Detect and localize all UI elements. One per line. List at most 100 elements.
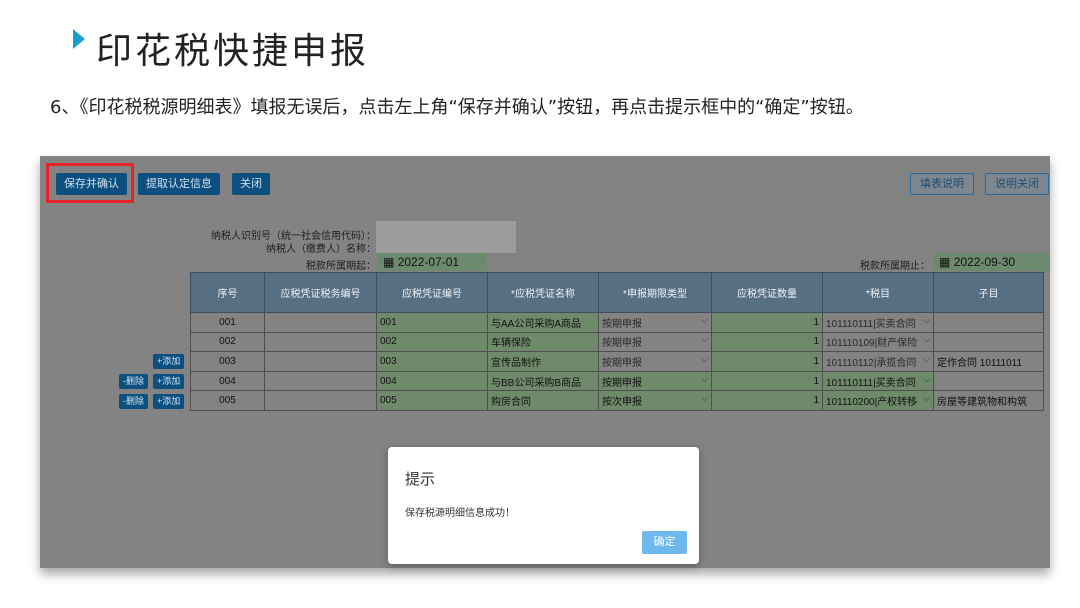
column-header: 应税凭证税务编号 [264,272,377,313]
tax-no-cell [264,331,377,353]
sub-item-cell: 房屋等建筑物和构筑 [933,390,1044,411]
tax-item-value: 101110111|买卖合同 [826,318,916,330]
qty-input[interactable]: 1 [711,370,823,392]
cert-no-input[interactable]: 002 [376,331,488,353]
period-start-field[interactable]: ▦ 2022-07-01 [377,253,487,271]
column-header: 序号 [190,272,265,313]
close-button[interactable]: 关闭 [232,173,270,195]
table-row: 001 001 与AA公司采购A商品 按期申报 ⌵ 1 101110111|买卖合… [190,312,1044,333]
table-row: 005 005 购房合同 按次申报 ⌵ 1 101110200|产权转移 ⌵ 房屋等… [190,390,1044,411]
sub-item-cell [933,331,1044,353]
guide-close-button[interactable]: 说明关闭 [985,173,1049,195]
add-row-button[interactable]: +添加 [153,394,185,409]
tax-item-select[interactable]: 101110111|买卖合同 ⌵ [822,312,934,333]
calendar-icon: ▦ [383,255,395,269]
period-start-label: 税款所属期起： [306,261,376,272]
tax-item-select[interactable]: 101110112|承揽合同 ⌵ [822,351,934,372]
cert-no-input[interactable]: 004 [376,370,488,392]
title-triangle-icon [73,29,85,49]
table-row: 003 003 宣传品制作 按期申报 ⌵ 1 101110112|承揽合同 ⌵ 定作… [190,351,1044,372]
column-header: 应税凭证数量 [711,272,823,313]
chevron-down-icon: ⌵ [701,393,708,404]
chevron-down-icon: ⌵ [923,314,930,325]
tax-item-value: 101110111|买卖合同 [826,377,916,389]
period-type-select[interactable]: 按次申报 ⌵ [598,390,712,411]
period-type-value: 按期申报 [602,377,642,389]
cert-no-input[interactable]: 005 [376,390,488,411]
ok-button[interactable]: 确定 [642,531,687,554]
dialog-message: 保存税源明细信息成功！ [405,508,515,519]
table-row: 002 002 车辆保险 按期申报 ⌵ 1 101110109|财产保险 ⌵ [190,331,1044,353]
sub-item-cell [933,312,1044,333]
sub-item-cell [933,370,1044,392]
period-end-label: 税款所属期止： [860,261,930,272]
period-type-value: 按次申报 [602,397,642,409]
chevron-down-icon: ⌵ [923,393,930,404]
period-type-select[interactable]: 按期申报 ⌵ [598,351,712,372]
tax-no-cell [264,312,377,333]
qty-input[interactable]: 1 [711,331,823,353]
cert-name-input[interactable]: 与BB公司采购B商品 [487,370,599,392]
cert-name-input[interactable]: 与AA公司采购A商品 [487,312,599,333]
tax-item-value: 101110109|财产保险 [826,338,918,350]
add-row-button[interactable]: +添加 [153,374,185,389]
tax-item-value: 101110200|产权转移 [826,397,918,409]
table-row: 004 004 与BB公司采购B商品 按期申报 ⌵ 1 101110111|买卖合… [190,370,1044,392]
seq-cell: 004 [190,370,265,392]
tax-no-cell [264,351,377,372]
table-header-row: 序号 应税凭证税务编号 应税凭证编号 *应税凭证名称 *申报期限类型 应税凭证数… [190,272,1044,313]
tax-item-value: 101110112|承揽合同 [826,357,917,369]
tax-no-cell [264,390,377,411]
calendar-icon: ▦ [939,255,951,269]
cert-name-input[interactable]: 购房合同 [487,390,599,411]
column-header: 应税凭证编号 [376,272,488,313]
chevron-down-icon: ⌵ [701,314,708,325]
period-type-value: 按期申报 [602,357,642,369]
instruction-text: 6、《印花税税源明细表》填报无误后，点击左上角“保存并确认”按钮，再点击提示框中… [50,97,864,118]
seq-cell: 002 [190,331,265,353]
tax-item-select[interactable]: 101110109|财产保险 ⌵ [822,331,934,353]
slide-title: 印花税快捷申报 [96,31,370,72]
cert-name-input[interactable]: 车辆保险 [487,331,599,353]
period-type-select[interactable]: 按期申报 ⌵ [598,370,712,392]
tax-item-select[interactable]: 101110111|买卖合同 ⌵ [822,370,934,392]
cert-no-input[interactable]: 001 [376,312,488,333]
fetch-info-button[interactable]: 提取认定信息 [138,173,220,195]
chevron-down-icon: ⌵ [701,373,708,384]
chevron-down-icon: ⌵ [701,353,708,364]
delete-row-button[interactable]: -删除 [119,394,148,409]
slide: 印花税快捷申报 6、《印花税税源明细表》填报无误后，点击左上角“保存并确认”按钮… [0,0,1080,608]
tax-no-cell [264,370,377,392]
sub-item-cell: 定作合同 10111011 [933,351,1044,372]
qty-input[interactable]: 1 [711,312,823,333]
dialog-title: 提示 [405,471,436,488]
qty-input[interactable]: 1 [711,351,823,372]
chevron-down-icon: ⌵ [923,353,930,364]
prompt-dialog: 提示 保存税源明细信息成功！ 确定 [388,447,699,564]
column-header: 子目 [933,272,1044,313]
chevron-down-icon: ⌵ [923,334,930,345]
qty-input[interactable]: 1 [711,390,823,411]
column-header: *申报期限类型 [598,272,712,313]
period-type-value: 按期申报 [602,318,642,330]
add-row-button[interactable]: +添加 [153,354,185,369]
delete-row-button[interactable]: -删除 [119,374,148,389]
period-end-field[interactable]: ▦ 2022-09-30 [933,253,1050,271]
cert-no-input[interactable]: 003 [376,351,488,372]
period-type-select[interactable]: 按期申报 ⌵ [598,312,712,333]
period-end-value: 2022-09-30 [953,255,1016,269]
tax-item-select[interactable]: 101110200|产权转移 ⌵ [822,390,934,411]
tax-source-table: 序号 应税凭证税务编号 应税凭证编号 *应税凭证名称 *申报期限类型 应税凭证数… [190,272,1044,411]
cert-name-input[interactable]: 宣传品制作 [487,351,599,372]
period-type-value: 按期申报 [602,338,642,350]
taxpayer-name-label: 纳税人（缴费人）名称： [266,244,376,255]
period-type-select[interactable]: 按期申报 ⌵ [598,331,712,353]
highlight-box [46,163,134,203]
column-header: *应税凭证名称 [487,272,599,313]
chevron-down-icon: ⌵ [923,373,930,384]
seq-cell: 003 [190,351,265,372]
column-header: *税目 [822,272,934,313]
period-start-value: 2022-07-01 [397,255,460,269]
fill-guide-button[interactable]: 填表说明 [910,173,974,195]
chevron-down-icon: ⌵ [701,334,708,345]
